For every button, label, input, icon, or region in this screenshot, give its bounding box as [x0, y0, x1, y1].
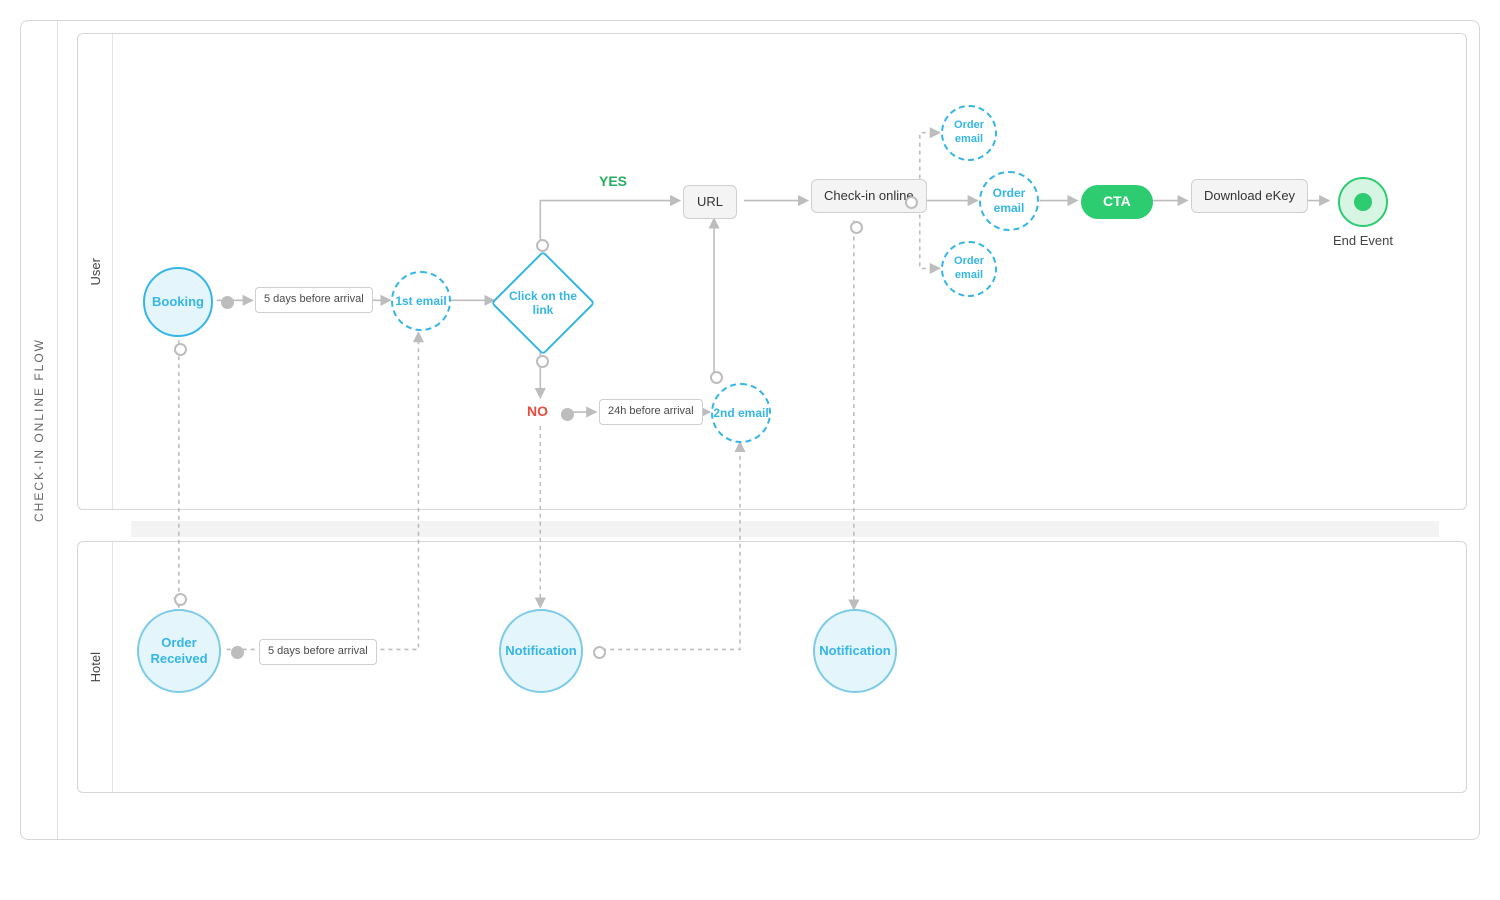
- pool: CHECK-IN ONLINE FLOW User Hotel: [20, 20, 1480, 840]
- end-event-icon: [1338, 177, 1388, 227]
- node-booking: Booking: [143, 267, 213, 337]
- node-order-email-bot: Order email: [941, 241, 997, 297]
- pool-title-text: CHECK-IN ONLINE FLOW: [32, 338, 46, 522]
- node-order-received: Order Received: [137, 609, 221, 693]
- pool-title: CHECK-IN ONLINE FLOW: [21, 21, 58, 839]
- node-cta: CTA: [1081, 185, 1153, 219]
- node-url: URL: [683, 185, 737, 219]
- node-order-email-mid: Order email: [979, 171, 1039, 231]
- lane-hotel: Hotel: [77, 541, 1467, 793]
- junction: [561, 408, 574, 421]
- node-order-email-top: Order email: [941, 105, 997, 161]
- junction: [221, 296, 234, 309]
- node-first-email: 1st email: [391, 271, 451, 331]
- junction: [905, 196, 918, 209]
- swimlane-diagram: CHECK-IN ONLINE FLOW User Hotel: [0, 0, 1500, 900]
- lane-user: User: [77, 33, 1467, 510]
- junction: [174, 593, 187, 606]
- node-end: End Event: [1333, 177, 1393, 249]
- node-5days-a: 5 days before arrival: [255, 287, 373, 313]
- lane-hotel-title: Hotel: [78, 542, 113, 792]
- junction: [536, 239, 549, 252]
- node-download: Download eKey: [1191, 179, 1308, 213]
- node-second-email: 2nd email: [711, 383, 771, 443]
- node-notification-2: Notification: [813, 609, 897, 693]
- label-yes: YES: [599, 173, 627, 191]
- junction: [231, 646, 244, 659]
- lane-gap: [131, 521, 1439, 537]
- node-5days-b: 5 days before arrival: [259, 639, 377, 665]
- label-no: NO: [527, 403, 548, 421]
- node-decision: Click on the link: [506, 266, 580, 340]
- junction: [593, 646, 606, 659]
- junction: [174, 343, 187, 356]
- lane-user-title: User: [78, 34, 113, 509]
- junction: [850, 221, 863, 234]
- node-notification-1: Notification: [499, 609, 583, 693]
- junction: [536, 355, 549, 368]
- junction: [710, 371, 723, 384]
- node-24h: 24h before arrival: [599, 399, 703, 425]
